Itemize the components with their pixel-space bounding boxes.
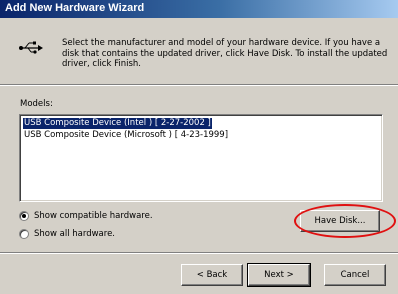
list-item[interactable]: USB Composite Device (Microsoft ) [ 4-23… [23, 130, 229, 141]
show-all-radio[interactable]: Show all hardware. [19, 228, 115, 240]
next-button[interactable]: Next > [247, 263, 311, 287]
show-all-label: Show all hardware. [34, 229, 116, 239]
models-label: Models: [20, 99, 53, 109]
footer-divider [0, 252, 398, 254]
wizard-description: Select the manufacturer and model of you… [62, 38, 388, 69]
window-title: Add New Hardware Wizard [5, 2, 145, 14]
radio-unselected-icon [19, 229, 29, 239]
back-button[interactable]: < Back [181, 264, 243, 286]
show-compatible-radio[interactable]: Show compatible hardware. [19, 210, 153, 222]
show-compatible-label: Show compatible hardware. [34, 211, 153, 221]
title-bar: Add New Hardware Wizard [0, 0, 398, 18]
highlight-circle [294, 204, 396, 238]
cancel-button[interactable]: Cancel [324, 264, 386, 286]
header-divider [0, 84, 398, 86]
radio-selected-icon [19, 211, 29, 221]
list-item[interactable]: USB Composite Device (Intel ) [ 2-27-200… [22, 117, 213, 130]
wizard-header: Select the manufacturer and model of you… [0, 18, 398, 78]
usb-icon [19, 41, 43, 54]
models-listbox[interactable]: USB Composite Device (Intel ) [ 2-27-200… [19, 114, 383, 202]
